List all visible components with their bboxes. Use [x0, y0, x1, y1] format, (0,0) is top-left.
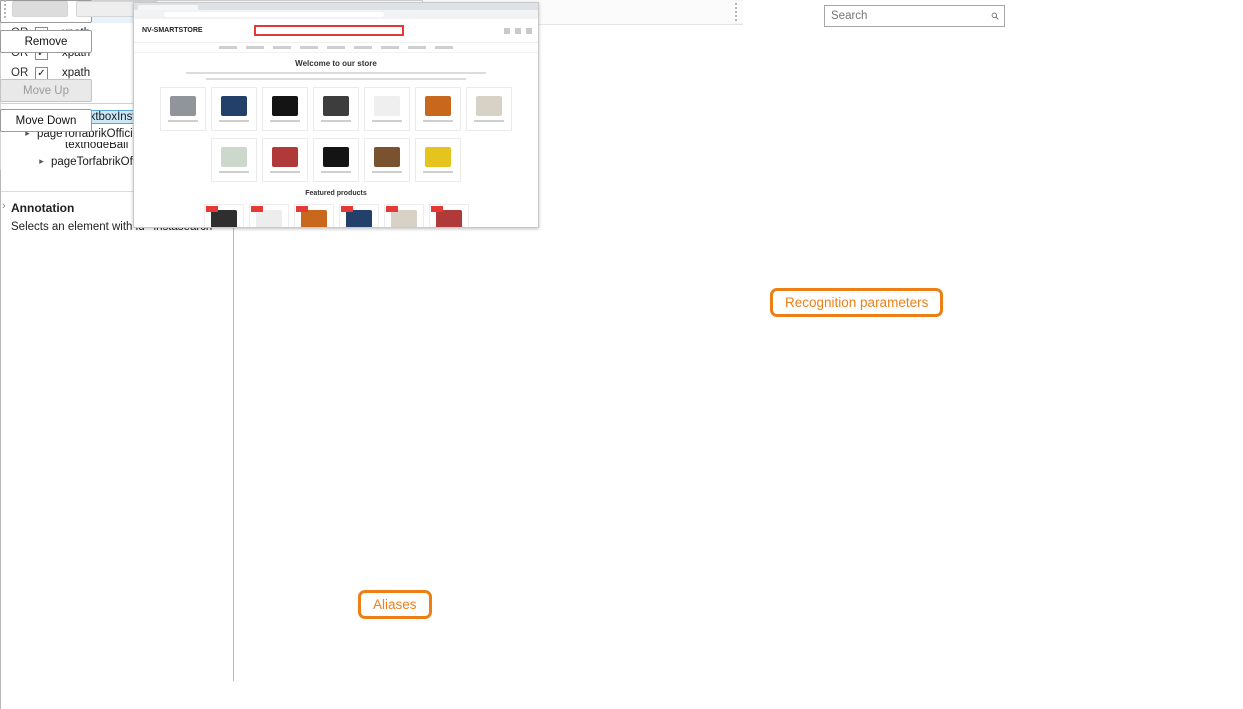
product-image	[323, 96, 349, 116]
featured-product	[204, 204, 244, 228]
featured-products-title: Featured products	[134, 190, 538, 197]
product-image	[391, 210, 417, 228]
product-image	[221, 147, 247, 167]
product-label	[321, 171, 351, 173]
store-header-icons	[504, 28, 532, 34]
product-card	[466, 87, 512, 131]
featured-product	[294, 204, 334, 228]
product-label	[372, 171, 402, 173]
redacted-button[interactable]	[12, 1, 68, 17]
store-logo: NV-SMARTSTORE	[142, 27, 203, 34]
store-header: NV-SMARTSTORE	[134, 19, 538, 43]
search-icon[interactable]	[991, 10, 999, 22]
product-card	[313, 87, 359, 131]
product-image	[256, 210, 282, 228]
store-text-line	[206, 78, 466, 80]
highlighted-search-field	[254, 25, 404, 36]
store-text-line	[186, 72, 486, 74]
featured-product	[429, 204, 469, 228]
product-label	[219, 171, 249, 173]
product-label	[321, 120, 351, 122]
price-tag	[431, 206, 443, 212]
search-box	[824, 5, 1005, 27]
featured-product	[249, 204, 289, 228]
product-card	[364, 138, 410, 182]
product-label	[372, 120, 402, 122]
search-input[interactable]	[825, 10, 991, 22]
price-tag	[386, 206, 398, 212]
product-card	[364, 87, 410, 131]
product-card	[313, 138, 359, 182]
featured-products-row	[134, 204, 538, 228]
app-root: { "window": {"help": "?", "maximize": "□…	[0, 0, 1243, 709]
panel-expand-icon[interactable]: ›	[2, 200, 6, 212]
product-label	[474, 120, 504, 122]
product-card	[262, 138, 308, 182]
product-image	[374, 147, 400, 167]
category-card-row	[134, 87, 538, 131]
toolbar-grip[interactable]	[735, 3, 739, 21]
browser-address-bar	[134, 10, 538, 19]
recognition-parameters-callout: Recognition parameters	[770, 288, 943, 317]
product-label	[270, 120, 300, 122]
expand-icon[interactable]: ▸	[35, 156, 48, 167]
product-image	[476, 96, 502, 116]
aliases-callout: Aliases	[358, 590, 432, 619]
price-tag	[341, 206, 353, 212]
product-image	[211, 210, 237, 228]
remove-button[interactable]: Remove	[0, 30, 92, 53]
price-tag	[251, 206, 263, 212]
product-card	[415, 87, 461, 131]
product-card	[211, 138, 257, 182]
store-welcome-title: Welcome to our store	[134, 59, 538, 68]
price-tag	[206, 206, 218, 212]
product-image	[374, 96, 400, 116]
featured-product	[339, 204, 379, 228]
product-label	[168, 120, 198, 122]
product-image	[170, 96, 196, 116]
product-label	[270, 171, 300, 173]
product-label	[423, 120, 453, 122]
product-image	[436, 210, 462, 228]
browser-tab-bar	[134, 3, 538, 10]
product-image	[301, 210, 327, 228]
product-image	[272, 96, 298, 116]
webpage-screenshot: NV-SMARTSTORE Welcome to our store Featu…	[133, 2, 539, 228]
product-image	[272, 147, 298, 167]
product-image	[323, 147, 349, 167]
product-image	[221, 96, 247, 116]
store-nav	[134, 43, 538, 53]
annotation-title: Annotation	[11, 201, 74, 215]
product-label	[423, 171, 453, 173]
price-tag	[296, 206, 308, 212]
product-card	[160, 87, 206, 131]
move-down-button[interactable]: Move Down	[0, 109, 92, 132]
product-card	[262, 87, 308, 131]
featured-product	[384, 204, 424, 228]
category-card-row	[134, 138, 538, 182]
move-up-button[interactable]: Move Up	[0, 79, 92, 102]
parameter-buttons: AddRemoveMove UpMove Down	[0, 0, 92, 139]
product-image	[346, 210, 372, 228]
product-card	[211, 87, 257, 131]
product-label	[219, 120, 249, 122]
toolbar-grip[interactable]	[4, 0, 8, 18]
product-card	[415, 138, 461, 182]
product-image	[425, 96, 451, 116]
product-image	[425, 147, 451, 167]
